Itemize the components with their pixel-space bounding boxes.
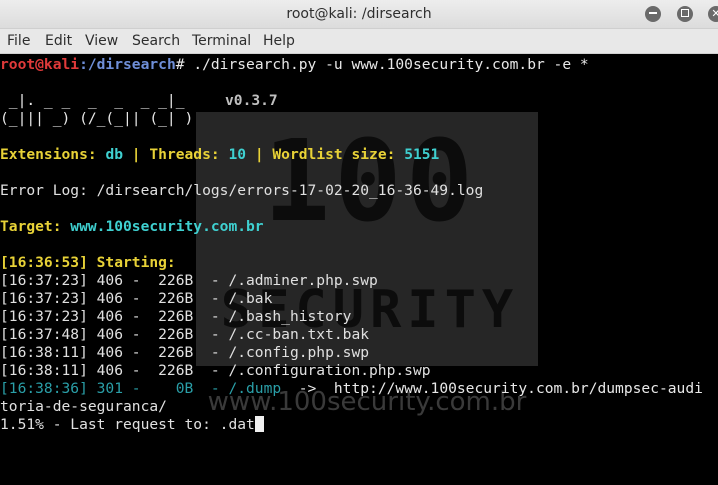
version-label: v0.3.7 <box>225 92 278 109</box>
progress-line: 1.51% - Last request to: .dat <box>0 416 264 434</box>
extensions-value: db <box>105 146 124 163</box>
result-line: [16:38:11] 406 - 226B - /.configuration.… <box>0 362 431 379</box>
separator: | <box>123 146 150 163</box>
threads-value: 10 <box>228 146 247 163</box>
maximize-icon <box>681 9 689 17</box>
result-line: [16:37:48] 406 - 226B - /.cc-ban.txt.bak <box>0 326 370 343</box>
error-log-line: Error Log: /dirsearch/logs/errors-17-02-… <box>0 182 484 199</box>
target-label: Target: <box>0 218 71 235</box>
prompt-command: ./dirsearch.py -u www.100security.com.br… <box>184 56 589 73</box>
result-line: [16:37:23] 406 - 226B - /.bak <box>0 290 273 307</box>
terminal-cursor <box>254 416 264 432</box>
logo-line-2: (_||| _) (/_(_|| (_| ) <box>0 110 194 127</box>
threads-label: Threads: <box>149 146 229 163</box>
minimize-icon <box>649 12 657 14</box>
starting-line: [16:36:53] Starting: <box>0 254 176 271</box>
redirect-line: [16:38:36] 301 - 0B - /.dump -> http://w… <box>0 380 703 398</box>
window-title: root@kali: /dirsearch <box>286 6 432 22</box>
minimize-button[interactable] <box>645 6 661 22</box>
redirect-entry: [16:38:36] 301 - 0B - /.dump <box>0 380 282 397</box>
result-line: [16:38:11] 406 - 226B - /.config.php.swp <box>0 344 370 361</box>
redirect-arrow: -> <box>281 380 334 397</box>
result-line: [16:37:23] 406 - 226B - /.bash_history <box>0 308 352 325</box>
menu-search[interactable]: Search <box>132 33 180 49</box>
progress-text: 1.51% - Last request to: .dat <box>0 416 255 433</box>
menu-help[interactable]: Help <box>263 33 295 49</box>
close-button[interactable]: ✕ <box>708 6 718 22</box>
logo-line-1: _|. _ _ _ _ _ _|_ <box>0 92 185 109</box>
target-line: Target: www.100security.com.br <box>0 218 264 236</box>
redirect-url: http://www.100security.com.br/dumpsec-au… <box>333 380 703 397</box>
title-bar: root@kali: /dirsearch ✕ <box>0 0 718 29</box>
result-line: [16:37:23] 406 - 226B - /.adminer.php.sw… <box>0 272 378 289</box>
prompt-line: root@kali:/dirsearch# ./dirsearch.py -u … <box>0 56 589 74</box>
extensions-label: Extensions: <box>0 146 106 163</box>
menu-bar: File Edit View Search Terminal Help <box>0 29 718 54</box>
redirect-wrap-line: toria-de-seguranca/ <box>0 398 167 415</box>
prompt-symbol: # <box>175 56 185 73</box>
menu-view[interactable]: View <box>85 33 118 49</box>
prompt-path: :/dirsearch <box>79 56 176 73</box>
target-value: www.100security.com.br <box>70 218 264 235</box>
menu-file[interactable]: File <box>7 33 30 49</box>
maximize-button[interactable] <box>677 6 693 22</box>
menu-edit[interactable]: Edit <box>45 33 72 49</box>
separator: | <box>246 146 273 163</box>
prompt-user-host: root@kali <box>0 56 80 73</box>
terminal-output[interactable]: 100 SECURITY www.100security.com.br root… <box>0 54 718 485</box>
wordlist-value: 5151 <box>404 146 440 163</box>
menu-terminal[interactable]: Terminal <box>192 33 251 49</box>
config-line: Extensions: db | Threads: 10 | Wordlist … <box>0 146 439 164</box>
wordlist-label: Wordlist size: <box>272 146 405 163</box>
